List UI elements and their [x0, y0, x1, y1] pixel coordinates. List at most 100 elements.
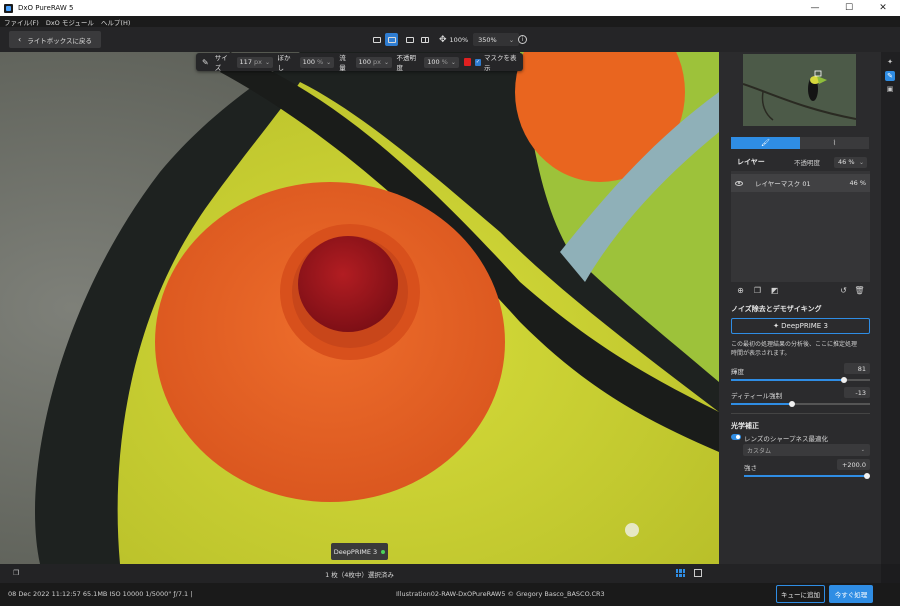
strength-slider[interactable]: [744, 473, 870, 479]
local-adjust-brush-icon[interactable]: ✎: [885, 71, 895, 81]
zoom-group: ✥ 100% 350% ⌄: [439, 32, 520, 47]
feather-unit: %: [316, 58, 324, 66]
sharpness-mode-select[interactable]: カスタム ⌄: [743, 444, 870, 456]
layer-tools: ⊕ ❐ ◩ ↺ 🗑: [731, 284, 870, 298]
detail-slider[interactable]: [731, 401, 870, 407]
deepprime-button[interactable]: ✦ DeepPRIME 3: [731, 318, 870, 334]
grid-view-icon[interactable]: [676, 569, 685, 577]
detail-slider-fill: [731, 403, 793, 405]
layer-row[interactable]: レイヤーマスク 01 46 %: [731, 174, 870, 192]
image-compare-icon[interactable]: ▣: [885, 84, 895, 94]
compare-view-group: [403, 32, 431, 47]
main-toolbar: ‹ ライトボックスに戻る ✥ 100% 350% ⌄ i: [0, 27, 900, 52]
chevron-down-icon: ⌄: [858, 158, 864, 166]
back-button-label: ライトボックスに戻る: [27, 36, 93, 45]
window-title: DxO PureRAW 5: [18, 4, 74, 12]
full-view-button[interactable]: [403, 33, 416, 46]
brush-size-field[interactable]: 117 px ⌄: [236, 56, 273, 68]
zoom-select[interactable]: 350% ⌄: [473, 33, 520, 46]
flow-unit: px: [372, 58, 381, 66]
strength-value[interactable]: +200.0: [837, 459, 870, 470]
panel-view-button[interactable]: [385, 33, 398, 46]
zoom-level-value: 350%: [478, 35, 497, 44]
duplicate-layer-icon[interactable]: ❐: [753, 286, 762, 295]
sharpness-mode-value: カスタム: [747, 447, 772, 455]
toucan-photo: [0, 52, 719, 564]
selection-count: 1 枚（4枚中）選択済み: [325, 571, 394, 579]
brush-toolbar: ✎ サイズ 117 px ⌄ ぼかし 100 % ⌄ 流量 100 px ⌄ 不…: [196, 53, 523, 72]
layer-title: レイヤー: [737, 158, 765, 166]
window-controls: — ☐ ✕: [798, 0, 900, 16]
eraser-brush-icon: ⌇: [832, 139, 837, 147]
optics-section-title: 光学補正: [731, 422, 759, 430]
layer-name: レイヤーマスク 01: [755, 180, 811, 188]
move-icon[interactable]: ✥: [439, 35, 447, 45]
reset-icon[interactable]: ↺: [839, 286, 848, 295]
add-layer-icon[interactable]: ⊕: [736, 286, 745, 295]
process-now-button[interactable]: 今すぐ処理: [829, 585, 873, 603]
luminance-label: 輝度: [731, 368, 744, 376]
menu-dxo-modules[interactable]: DxO モジュール: [46, 17, 94, 27]
brush-size-label: サイズ: [214, 54, 228, 72]
deepprime-badge: DeepPRIME 3: [331, 543, 388, 560]
close-button[interactable]: ✕: [866, 0, 900, 16]
luminance-slider-knob[interactable]: [840, 377, 847, 383]
mask-color-swatch[interactable]: [463, 58, 471, 66]
status-dot-icon: [381, 549, 386, 554]
chevron-down-icon: ⌄: [860, 447, 865, 453]
thumbnail-image: [743, 54, 856, 126]
full-view-icon: [405, 36, 414, 43]
opacity-label: 不透明度: [396, 54, 417, 72]
processing-description: この最初の処理結果の分析後、ここに推定処理時間が表示されます。: [731, 341, 858, 357]
luminance-slider-fill: [731, 379, 844, 381]
detail-value[interactable]: -13: [844, 387, 870, 398]
single-view-button[interactable]: [370, 33, 383, 46]
layer-opacity-field[interactable]: 46 % ⌄: [834, 156, 867, 168]
strength-slider-fill: [744, 475, 867, 477]
sparkle-icon[interactable]: ✦: [885, 57, 895, 67]
back-to-lightbox-button[interactable]: ‹ ライトボックスに戻る: [9, 31, 102, 48]
luminance-slider[interactable]: [731, 377, 870, 383]
layer-opacity-value: 46 %: [838, 158, 855, 166]
opacity-field[interactable]: 100 % ⌄: [424, 56, 459, 68]
add-to-queue-button[interactable]: キューに追加: [776, 585, 825, 603]
invert-mask-icon[interactable]: ◩: [770, 286, 779, 295]
opacity-unit: %: [441, 58, 448, 66]
single-view-group: [370, 32, 398, 47]
strength-label: 強さ: [744, 464, 757, 472]
menu-file[interactable]: ファイル(F): [4, 17, 39, 27]
trash-icon[interactable]: 🗑: [854, 286, 864, 295]
tab-eraser[interactable]: ⌇: [800, 137, 869, 149]
eye-icon[interactable]: [735, 180, 743, 186]
layer-header: レイヤー 不透明度 46 % ⌄: [731, 154, 870, 170]
feather-field[interactable]: 100 % ⌄: [299, 56, 335, 68]
sharpness-label: レンズのシャープネス最適化: [744, 435, 828, 443]
chevron-left-icon: ‹: [18, 35, 22, 44]
section-divider: [731, 413, 870, 414]
menu-bar: ファイル(F) DxO モジュール ヘルプ(H): [0, 16, 900, 27]
maximize-button[interactable]: ☐: [832, 0, 866, 16]
tab-brush[interactable]: 🖌: [731, 137, 800, 149]
sharpness-toggle[interactable]: [731, 434, 741, 440]
navigator-thumbnail[interactable]: [743, 54, 856, 126]
strength-slider-knob[interactable]: [864, 473, 870, 479]
flow-field[interactable]: 100 px ⌄: [355, 56, 392, 68]
image-viewer[interactable]: [0, 52, 719, 564]
zoom-fit-label[interactable]: 100%: [450, 36, 469, 44]
image-metadata: 08 Dec 2022 11:12:57 65.1MB ISO 10000 1/…: [8, 590, 193, 598]
filmstrip-view-icon[interactable]: [694, 569, 702, 577]
deepprime-badge-label: DeepPRIME 3: [333, 547, 378, 556]
split-view-button[interactable]: [418, 33, 431, 46]
show-mask-checkbox[interactable]: ✓: [474, 58, 481, 66]
chevron-down-icon: ⌄: [326, 58, 332, 66]
app-logo-icon: [4, 3, 13, 13]
minimize-button[interactable]: —: [798, 0, 832, 16]
info-icon[interactable]: i: [518, 35, 527, 44]
single-view-icon: [372, 36, 381, 43]
brush-icon: ✎: [202, 57, 209, 67]
luminance-value[interactable]: 81: [844, 363, 870, 374]
menu-help[interactable]: ヘルプ(H): [101, 17, 130, 27]
chevron-down-icon: ⌄: [383, 58, 389, 66]
noise-section-title: ノイズ除去とデモザイキング: [731, 305, 822, 313]
chevron-down-icon: ⌄: [508, 35, 515, 44]
